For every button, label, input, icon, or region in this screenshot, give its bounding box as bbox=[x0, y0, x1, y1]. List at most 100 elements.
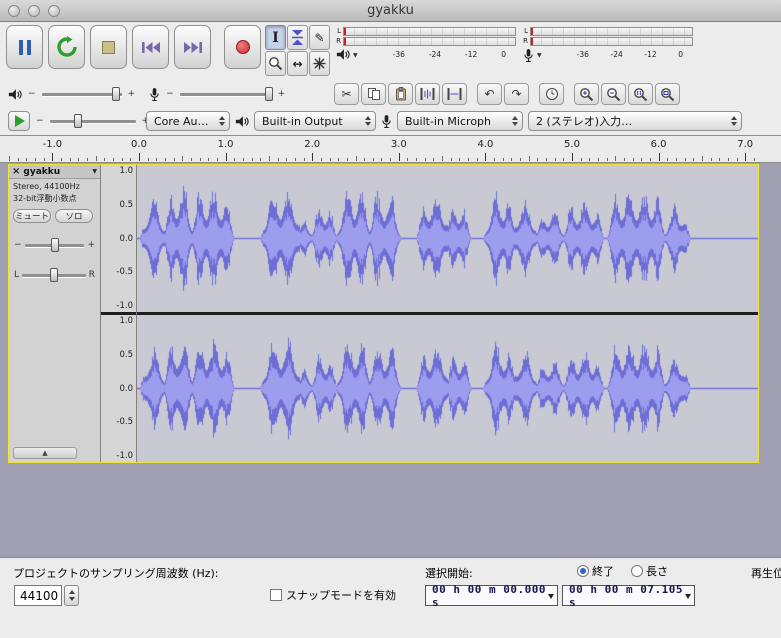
sample-rate-stepper[interactable] bbox=[64, 585, 79, 606]
end-radio[interactable]: 終了 bbox=[577, 563, 614, 579]
stopwatch-button[interactable] bbox=[539, 83, 564, 105]
title-bar[interactable]: gyakku bbox=[0, 0, 781, 22]
recording-meter[interactable]: L R ▼ -36 -24 -12 0 bbox=[521, 26, 693, 76]
input-volume-slider[interactable] bbox=[179, 86, 273, 102]
minus-label: − bbox=[166, 89, 174, 99]
copy-button[interactable] bbox=[361, 83, 386, 105]
meter-channel-label: L bbox=[524, 27, 528, 35]
pause-button[interactable] bbox=[6, 25, 43, 69]
draw-tool-button[interactable]: ✎ bbox=[309, 25, 330, 50]
recording-meter-bar-left[interactable] bbox=[530, 26, 693, 36]
track-control-panel: × gyakku ▼ Stereo, 44100Hz 32-bit浮動小数点 ミ… bbox=[9, 165, 101, 462]
length-radio[interactable]: 長さ bbox=[631, 563, 668, 579]
cut-button[interactable]: ✂ bbox=[334, 83, 359, 105]
ruler-tick bbox=[684, 158, 686, 161]
zoom-out-button[interactable] bbox=[601, 83, 626, 105]
fit-project-icon bbox=[661, 87, 675, 101]
collapse-icon: ▲ bbox=[42, 449, 48, 457]
trim-button[interactable] bbox=[415, 83, 440, 105]
waveform-display[interactable] bbox=[137, 165, 758, 462]
ruler-tick bbox=[329, 158, 331, 161]
ruler-tick bbox=[675, 158, 677, 161]
play-button[interactable] bbox=[48, 25, 85, 69]
output-device-select[interactable]: Built-in Output bbox=[254, 111, 376, 131]
track-area[interactable]: × gyakku ▼ Stereo, 44100Hz 32-bit浮動小数点 ミ… bbox=[0, 163, 781, 557]
undo-button[interactable]: ↶ bbox=[477, 83, 502, 105]
track-name[interactable]: gyakku bbox=[23, 167, 89, 177]
fit-project-button[interactable] bbox=[655, 83, 680, 105]
waveform-right-channel[interactable] bbox=[137, 315, 758, 462]
playback-meter-bar-left[interactable] bbox=[343, 26, 516, 36]
selection-end-value: 00 h 00 m 07.105 s bbox=[569, 582, 683, 609]
stepper-down-icon[interactable] bbox=[68, 597, 75, 602]
mute-button[interactable]: ミュート bbox=[13, 209, 51, 223]
amplitude-scale-label: 0.5 bbox=[119, 349, 133, 360]
track-menu-button[interactable]: ▼ bbox=[92, 168, 97, 175]
ruler-tick bbox=[208, 158, 210, 161]
pan-slider[interactable]: L R bbox=[14, 267, 95, 283]
track-close-button[interactable]: × bbox=[12, 166, 20, 177]
skip-to-end-button[interactable] bbox=[174, 25, 211, 69]
snap-checkbox-box[interactable] bbox=[270, 589, 282, 601]
selection-start-field[interactable]: 00 h 00 m 00.000 s bbox=[425, 583, 558, 609]
record-button[interactable] bbox=[224, 25, 261, 69]
ruler-tick bbox=[147, 158, 149, 161]
amplitude-scale-label: 0.5 bbox=[119, 199, 133, 210]
recording-meter-bar-right[interactable] bbox=[530, 36, 693, 46]
timeshift-tool-button[interactable]: ↔ bbox=[287, 51, 308, 76]
length-radio-circle[interactable] bbox=[631, 565, 643, 577]
playback-meter-bar-right[interactable] bbox=[343, 36, 516, 46]
ruler-tick bbox=[9, 156, 11, 161]
ruler-tick bbox=[199, 158, 201, 161]
dropdown-caret-icon[interactable] bbox=[548, 594, 554, 599]
meter-menu-arrow[interactable]: ▼ bbox=[353, 52, 358, 59]
input-channels-select[interactable]: 2 (ステレオ)入力… bbox=[528, 111, 742, 131]
envelope-tool-button[interactable] bbox=[287, 25, 308, 50]
selection-tool-button[interactable]: I bbox=[265, 25, 286, 50]
output-volume-slider[interactable] bbox=[41, 86, 122, 102]
gain-slider[interactable]: − + bbox=[14, 237, 95, 253]
ruler-time-label: 1.0 bbox=[217, 139, 234, 150]
stepper-up-ic[interactable] bbox=[68, 589, 75, 594]
sample-rate-label: プロジェクトのサンプリング周波数 (Hz): bbox=[13, 567, 219, 580]
ruler-tick bbox=[52, 153, 54, 161]
end-radio-circle[interactable] bbox=[577, 565, 589, 577]
mixer-toolbar: − + − + bbox=[8, 84, 285, 104]
gain-thumb[interactable] bbox=[50, 238, 59, 252]
waveform-left-channel[interactable] bbox=[137, 165, 758, 312]
plus-label: + bbox=[127, 89, 136, 99]
zoom-in-button[interactable] bbox=[574, 83, 599, 105]
selection-end-field[interactable]: 00 h 00 m 07.105 s bbox=[562, 582, 695, 609]
playback-meter[interactable]: L R ▼ -36 -24 -12 0 bbox=[334, 26, 516, 76]
output-volume-thumb[interactable] bbox=[111, 87, 120, 101]
fit-selection-button[interactable] bbox=[628, 83, 653, 105]
solo-button[interactable]: ソロ bbox=[55, 209, 93, 223]
ruler-tick bbox=[277, 158, 279, 161]
sample-rate-input[interactable]: 44100 bbox=[14, 585, 62, 606]
play-speed-thumb[interactable] bbox=[73, 114, 82, 128]
zoom-tool-button[interactable] bbox=[265, 51, 286, 76]
vertical-scale-ruler: 1.0 0.5 0.0 -0.5 -1.0 1.0 0.5 0.0 -0.5 -1.0 bbox=[101, 165, 137, 462]
input-volume-thumb[interactable] bbox=[264, 87, 273, 101]
popup-arrows-icon bbox=[365, 116, 371, 126]
meter-menu-arrow[interactable]: ▼ bbox=[537, 52, 542, 59]
pan-thumb[interactable] bbox=[49, 268, 58, 282]
ruler-tick bbox=[632, 158, 634, 161]
ruler-tick bbox=[164, 158, 166, 161]
track-collapse-button[interactable]: ▲ bbox=[13, 447, 77, 459]
snap-mode-checkbox[interactable]: スナップモードを有効 bbox=[270, 587, 396, 603]
play-speed-slider[interactable] bbox=[49, 113, 136, 129]
play-at-speed-button[interactable] bbox=[8, 111, 30, 131]
skip-to-start-button[interactable] bbox=[132, 25, 169, 69]
timeline-ruler[interactable]: -1.0 0.0 1.0 2.0 3.0 4.0 5.0 6.0 7.0 bbox=[0, 136, 781, 163]
paste-button[interactable] bbox=[388, 83, 413, 105]
toolbar-dock: I ✎ ↔ L R ▼ -36 -24 -12 0 L R ▼ -36 -24 … bbox=[0, 22, 781, 136]
stop-button[interactable] bbox=[90, 25, 127, 69]
input-device-select[interactable]: Built-in Microph bbox=[397, 111, 523, 131]
silence-button[interactable] bbox=[442, 83, 467, 105]
slider-groove bbox=[24, 238, 85, 252]
audio-host-select[interactable]: Core Au… bbox=[146, 111, 230, 131]
multi-tool-button[interactable] bbox=[309, 51, 330, 76]
redo-button[interactable]: ↷ bbox=[504, 83, 529, 105]
dropdown-caret-icon[interactable] bbox=[685, 594, 691, 599]
